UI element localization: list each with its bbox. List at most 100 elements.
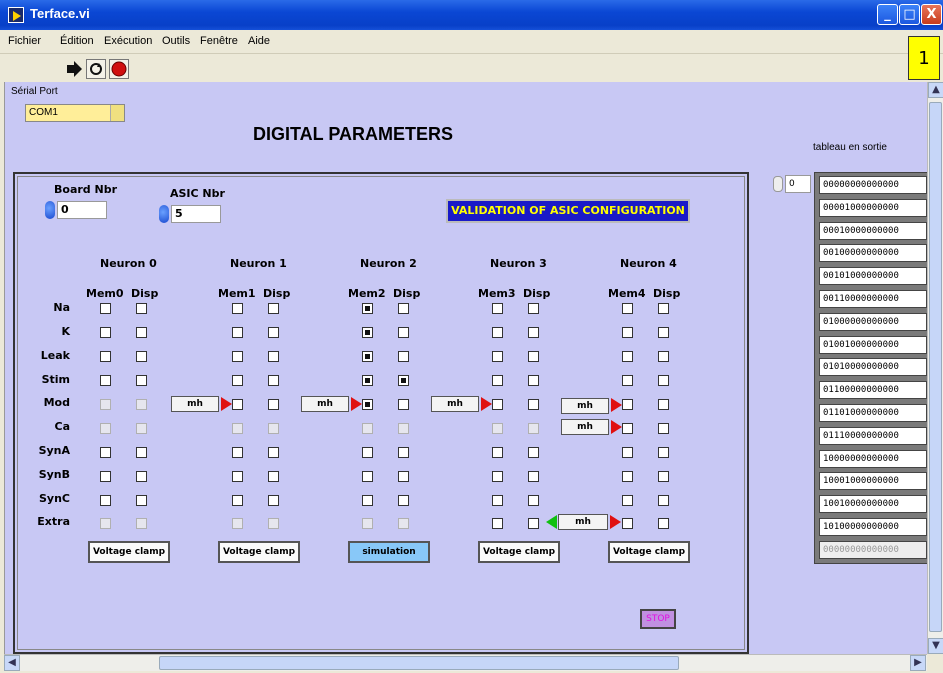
dropdown-arrow-icon[interactable] xyxy=(110,105,124,121)
disp-checkbox[interactable] xyxy=(136,399,147,410)
mem-checkbox[interactable] xyxy=(232,447,243,458)
vertical-scrollbar[interactable]: ▲ ▼ xyxy=(927,82,943,654)
disp-checkbox[interactable] xyxy=(658,423,669,434)
mem-checkbox[interactable] xyxy=(622,399,633,410)
mem-checkbox[interactable] xyxy=(492,447,503,458)
mem-checkbox[interactable] xyxy=(362,423,373,434)
disp-checkbox[interactable] xyxy=(136,518,147,529)
disp-checkbox[interactable] xyxy=(398,423,409,434)
disp-checkbox[interactable] xyxy=(658,303,669,314)
mem-checkbox[interactable] xyxy=(100,423,111,434)
mem-checkbox[interactable] xyxy=(362,399,373,410)
minimize-button[interactable]: _ xyxy=(877,4,898,25)
disp-checkbox[interactable] xyxy=(398,375,409,386)
disp-checkbox[interactable] xyxy=(658,351,669,362)
mem-checkbox[interactable] xyxy=(362,518,373,529)
mem-checkbox[interactable] xyxy=(492,423,503,434)
mem-checkbox[interactable] xyxy=(492,518,503,529)
disp-checkbox[interactable] xyxy=(658,399,669,410)
disp-checkbox[interactable] xyxy=(528,423,539,434)
disp-checkbox[interactable] xyxy=(528,399,539,410)
mem-checkbox[interactable] xyxy=(100,327,111,338)
menu-outils[interactable]: Outils xyxy=(162,35,190,47)
simulation-button[interactable]: simulation xyxy=(348,541,430,563)
disp-checkbox[interactable] xyxy=(398,303,409,314)
mem-checkbox[interactable] xyxy=(622,518,633,529)
disp-checkbox[interactable] xyxy=(268,423,279,434)
disp-checkbox[interactable] xyxy=(658,375,669,386)
mem-checkbox[interactable] xyxy=(622,375,633,386)
mem-checkbox[interactable] xyxy=(362,471,373,482)
mem-checkbox[interactable] xyxy=(492,375,503,386)
vertical-scroll-thumb[interactable] xyxy=(929,102,942,632)
disp-checkbox[interactable] xyxy=(658,518,669,529)
disp-checkbox[interactable] xyxy=(268,351,279,362)
disp-checkbox[interactable] xyxy=(398,351,409,362)
menu-execution[interactable]: Exécution xyxy=(104,35,152,47)
disp-checkbox[interactable] xyxy=(658,495,669,506)
board-number-value[interactable]: 0 xyxy=(57,201,107,219)
mem-checkbox[interactable] xyxy=(362,303,373,314)
disp-checkbox[interactable] xyxy=(136,351,147,362)
voltage-clamp-button[interactable]: Voltage clamp xyxy=(478,541,560,563)
asic-number-value[interactable]: 5 xyxy=(171,205,221,223)
close-button[interactable]: X xyxy=(921,4,942,25)
mem-checkbox[interactable] xyxy=(100,303,111,314)
mem-checkbox[interactable] xyxy=(232,399,243,410)
disp-checkbox[interactable] xyxy=(398,495,409,506)
mem-checkbox[interactable] xyxy=(622,495,633,506)
disp-checkbox[interactable] xyxy=(268,471,279,482)
disp-checkbox[interactable] xyxy=(136,375,147,386)
stop-button[interactable]: STOP xyxy=(640,609,676,629)
disp-checkbox[interactable] xyxy=(136,423,147,434)
scroll-left-icon[interactable]: ◀ xyxy=(4,655,20,671)
mem-checkbox[interactable] xyxy=(232,375,243,386)
disp-checkbox[interactable] xyxy=(268,447,279,458)
mh-selector[interactable]: mh xyxy=(558,514,608,530)
mem-checkbox[interactable] xyxy=(232,495,243,506)
disp-checkbox[interactable] xyxy=(528,327,539,338)
mem-checkbox[interactable] xyxy=(362,375,373,386)
mem-checkbox[interactable] xyxy=(232,327,243,338)
voltage-clamp-button[interactable]: Voltage clamp xyxy=(218,541,300,563)
mem-checkbox[interactable] xyxy=(362,327,373,338)
mem-checkbox[interactable] xyxy=(100,399,111,410)
abort-button[interactable] xyxy=(109,59,129,79)
disp-checkbox[interactable] xyxy=(398,327,409,338)
mem-checkbox[interactable] xyxy=(100,471,111,482)
disp-checkbox[interactable] xyxy=(268,327,279,338)
run-arrow-button[interactable] xyxy=(64,59,84,79)
disp-checkbox[interactable] xyxy=(528,375,539,386)
mh-selector[interactable]: mh xyxy=(431,396,479,412)
mem-checkbox[interactable] xyxy=(100,447,111,458)
mh-selector[interactable]: mh xyxy=(171,396,219,412)
mh-selector[interactable]: mh xyxy=(301,396,349,412)
horizontal-scroll-thumb[interactable] xyxy=(159,656,679,670)
increment-icon[interactable] xyxy=(45,201,55,219)
disp-checkbox[interactable] xyxy=(268,303,279,314)
mem-checkbox[interactable] xyxy=(622,423,633,434)
menu-fenetre[interactable]: Fenêtre xyxy=(200,35,238,47)
disp-checkbox[interactable] xyxy=(398,447,409,458)
disp-checkbox[interactable] xyxy=(398,518,409,529)
menu-aide[interactable]: Aide xyxy=(248,35,270,47)
disp-checkbox[interactable] xyxy=(268,375,279,386)
disp-checkbox[interactable] xyxy=(658,447,669,458)
mem-checkbox[interactable] xyxy=(622,351,633,362)
disp-checkbox[interactable] xyxy=(268,518,279,529)
mem-checkbox[interactable] xyxy=(492,303,503,314)
disp-checkbox[interactable] xyxy=(528,303,539,314)
scroll-right-icon[interactable]: ▶ xyxy=(910,655,926,671)
mem-checkbox[interactable] xyxy=(232,351,243,362)
scroll-down-icon[interactable]: ▼ xyxy=(928,638,943,654)
horizontal-scrollbar[interactable]: ◀ ▶ xyxy=(4,654,927,671)
mem-checkbox[interactable] xyxy=(492,327,503,338)
scroll-up-icon[interactable]: ▲ xyxy=(928,82,943,98)
disp-checkbox[interactable] xyxy=(136,495,147,506)
mh-selector[interactable]: mh xyxy=(561,398,609,414)
menu-edition[interactable]: Édition xyxy=(60,35,94,47)
mem-checkbox[interactable] xyxy=(362,495,373,506)
disp-checkbox[interactable] xyxy=(528,471,539,482)
serial-port-select[interactable]: COM1 xyxy=(25,104,125,122)
disp-checkbox[interactable] xyxy=(528,447,539,458)
